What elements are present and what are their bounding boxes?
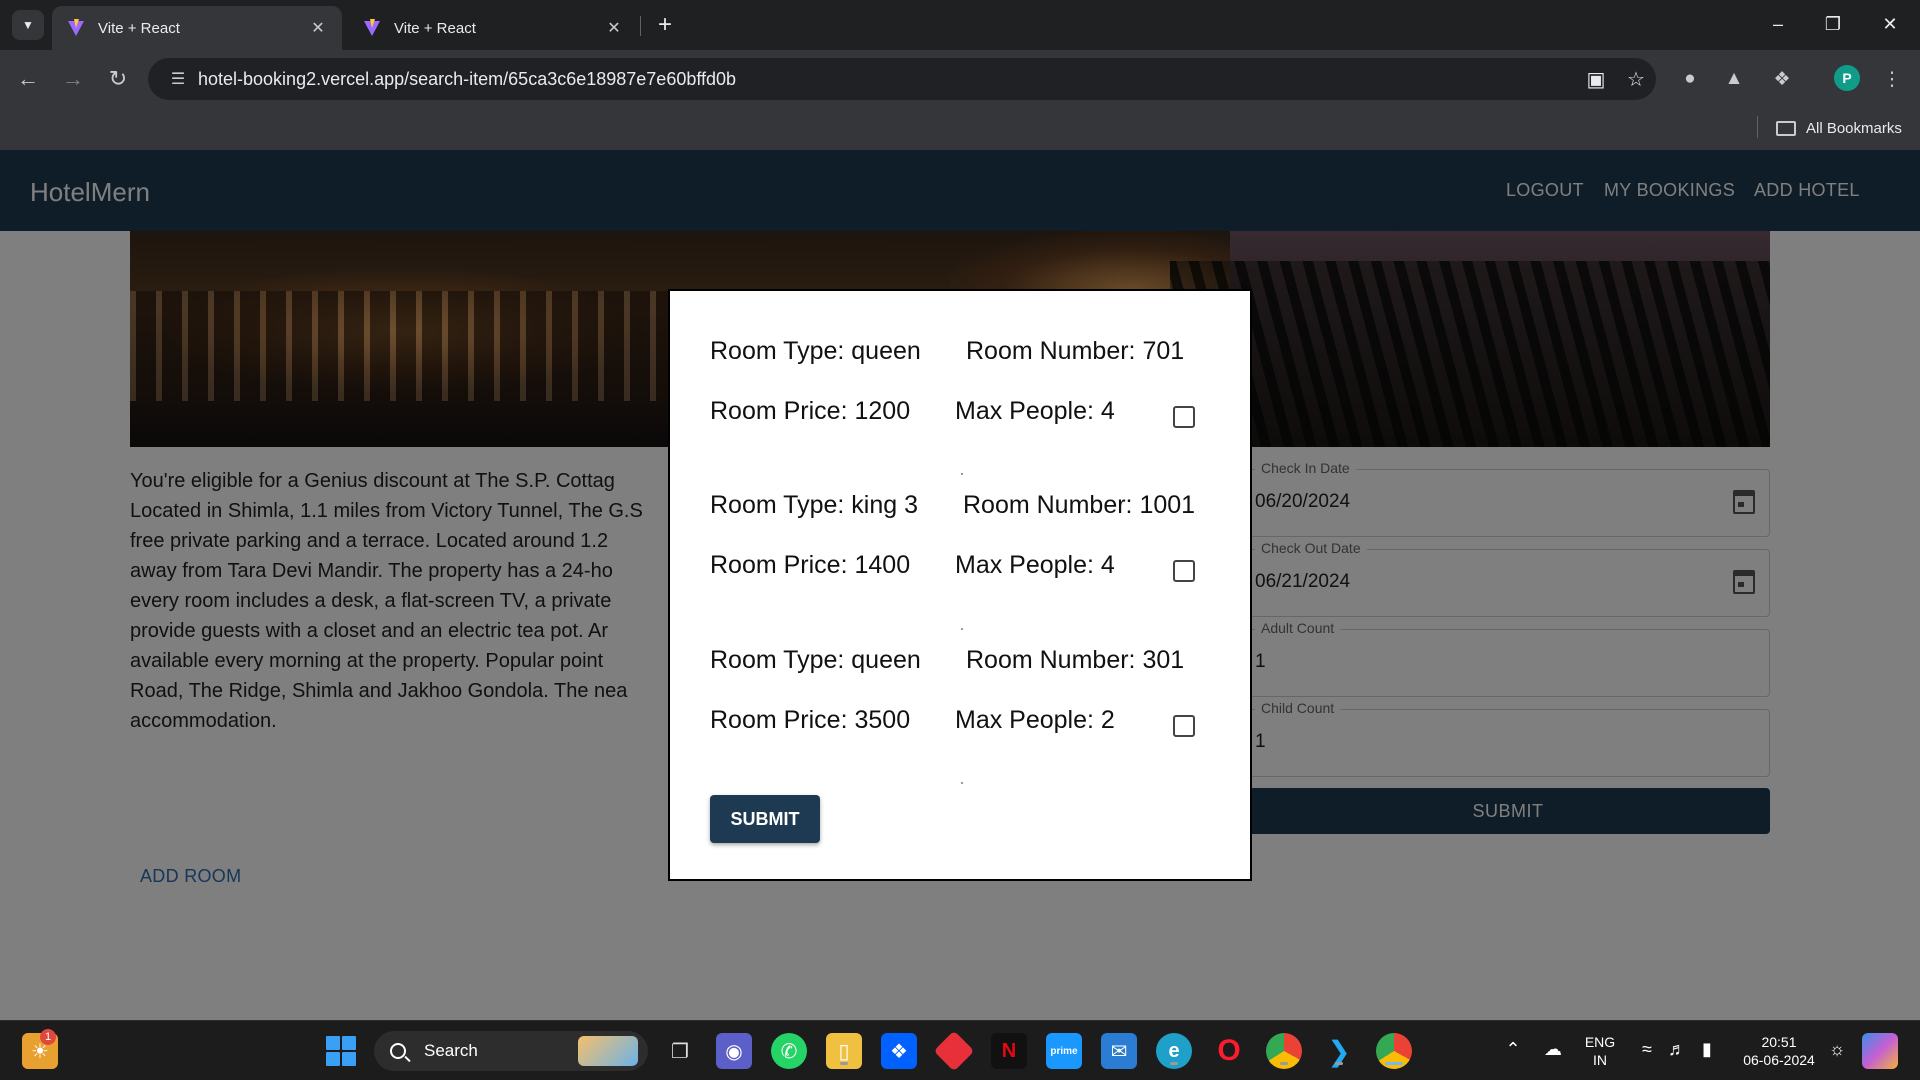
close-window-icon[interactable]: ✕ <box>1870 6 1910 42</box>
browser-toolbar: ← → ↻ ☰ hotel-booking2.vercel.app/search… <box>0 50 1920 108</box>
all-bookmarks-label: All Bookmarks <box>1806 119 1902 137</box>
chevron-up-icon[interactable]: ⌃ <box>1500 1039 1526 1060</box>
netflix-icon[interactable]: N <box>991 1033 1027 1069</box>
bookmarks-separator <box>1757 116 1758 138</box>
file-explorer-icon[interactable]: ▯ <box>826 1033 862 1069</box>
minimize-icon[interactable]: – <box>1758 6 1798 42</box>
room-number: Room Number: 1001 <box>963 491 1196 519</box>
room-select-checkbox[interactable] <box>1173 560 1195 582</box>
back-icon[interactable]: ← <box>10 61 46 97</box>
browser-tab-active[interactable]: Vite + React ✕ <box>52 6 342 50</box>
bookmarks-bar: All Bookmarks <box>0 108 1920 150</box>
taskbar-search-label: Search <box>424 1041 478 1060</box>
browser-tab[interactable]: Vite + React ✕ <box>348 6 638 50</box>
volume-icon[interactable]: ♬ <box>1664 1039 1690 1060</box>
mail-icon[interactable]: ✉ <box>1101 1033 1137 1069</box>
room-select-checkbox[interactable] <box>1173 715 1195 737</box>
chevron-down-icon: ▼ <box>22 18 34 32</box>
room-price: Room Price: 3500 <box>710 706 911 734</box>
extension-mouse-icon[interactable]: ● <box>1674 63 1706 95</box>
reload-icon[interactable]: ↻ <box>100 61 136 97</box>
edge-icon[interactable]: e <box>1156 1033 1192 1069</box>
room-max-people: Max People: 2 <box>955 706 1115 734</box>
chrome-icon[interactable] <box>1266 1033 1302 1069</box>
battery-icon[interactable]: ▮ <box>1694 1039 1720 1060</box>
tab-separator <box>640 16 641 36</box>
whatsapp-icon[interactable]: ✆ <box>771 1033 807 1069</box>
extension-icon[interactable]: ▲ <box>1718 63 1750 95</box>
puzzle-icon[interactable]: ❖ <box>1766 63 1798 95</box>
forward-icon[interactable]: → <box>55 61 91 97</box>
search-icon <box>390 1043 406 1059</box>
task-view-icon[interactable]: ❐ <box>662 1033 698 1069</box>
room-max-people: Max People: 4 <box>955 551 1115 579</box>
windows-taskbar: ☀ 1 Search ❐ ◉ ✆ ▯ ❖ N prime ✉ e O ❯ ⌃ ☁… <box>0 1020 1920 1080</box>
language-code: ENG <box>1584 1034 1616 1050</box>
room-price: Room Price: 1400 <box>710 551 911 579</box>
tab-title: Vite + React <box>394 19 476 37</box>
vite-favicon-icon <box>364 19 380 36</box>
opera-icon[interactable]: O <box>1211 1033 1247 1069</box>
vscode-icon[interactable]: ❯ <box>1321 1033 1357 1069</box>
url-text[interactable]: hotel-booking2.vercel.app/search-item/65… <box>198 69 1576 90</box>
taskbar-search[interactable]: Search <box>374 1031 648 1071</box>
address-bar[interactable]: ☰ hotel-booking2.vercel.app/search-item/… <box>148 58 1656 100</box>
modal-submit-button[interactable]: SUBMIT <box>710 795 820 843</box>
site-settings-icon[interactable]: ☰ <box>158 69 198 89</box>
room-type: Room Type: queen <box>710 646 921 674</box>
folder-icon <box>1776 120 1796 136</box>
prime-video-icon[interactable]: prime <box>1046 1033 1082 1069</box>
onedrive-icon[interactable]: ☁ <box>1540 1039 1566 1060</box>
app-red-diamond-icon[interactable] <box>933 1030 975 1072</box>
tab-title: Vite + React <box>98 19 180 37</box>
all-bookmarks-button[interactable]: All Bookmarks <box>1776 116 1902 140</box>
chrome-profile-icon[interactable] <box>1376 1033 1412 1069</box>
room-selection-modal: Room Type: queen Room Number: 701 Room P… <box>668 289 1252 881</box>
clock-date: 06-06-2024 <box>1743 1052 1815 1068</box>
new-tab-button[interactable]: + <box>650 10 680 40</box>
search-highlight-image <box>578 1036 638 1066</box>
room-price: Room Price: 1200 <box>710 397 911 425</box>
clock[interactable]: 20:51 06-06-2024 <box>1734 1033 1824 1069</box>
close-tab-icon[interactable]: ✕ <box>604 18 624 38</box>
room-max-people: Max People: 4 <box>955 397 1115 425</box>
room-number: Room Number: 301 <box>966 646 1185 674</box>
wifi-icon[interactable]: ≈ <box>1634 1039 1660 1060</box>
browser-tab-strip: ▼ Vite + React ✕ Vite + React ✕ + – ❐ ✕ <box>0 0 1920 50</box>
close-tab-icon[interactable]: ✕ <box>308 18 328 38</box>
more-menu-icon[interactable]: ⋮ <box>1876 63 1908 95</box>
clock-time: 20:51 <box>1761 1034 1797 1050</box>
card-icon[interactable]: ▣ <box>1576 67 1616 92</box>
dropbox-icon[interactable]: ❖ <box>881 1033 917 1069</box>
room-select-checkbox[interactable] <box>1173 406 1195 428</box>
profile-avatar[interactable]: P <box>1834 65 1860 91</box>
room-type: Room Type: queen <box>710 337 921 365</box>
notification-badge: 1 <box>40 1029 56 1045</box>
vite-favicon-icon <box>68 19 84 36</box>
room-number: Room Number: 701 <box>966 337 1185 365</box>
room-type: Room Type: king 3 <box>710 491 918 519</box>
language-indicator[interactable]: ENG IN <box>1580 1033 1620 1069</box>
region-code: IN <box>1593 1052 1607 1068</box>
copilot-icon[interactable] <box>1862 1033 1898 1069</box>
star-icon[interactable]: ☆ <box>1616 67 1656 92</box>
tab-search-button[interactable]: ▼ <box>12 10 44 40</box>
windows-start-icon[interactable] <box>326 1036 356 1066</box>
notifications-icon[interactable]: ☼ <box>1824 1039 1850 1060</box>
teams-chat-icon[interactable]: ◉ <box>716 1033 752 1069</box>
restore-icon[interactable]: ❐ <box>1813 6 1853 42</box>
